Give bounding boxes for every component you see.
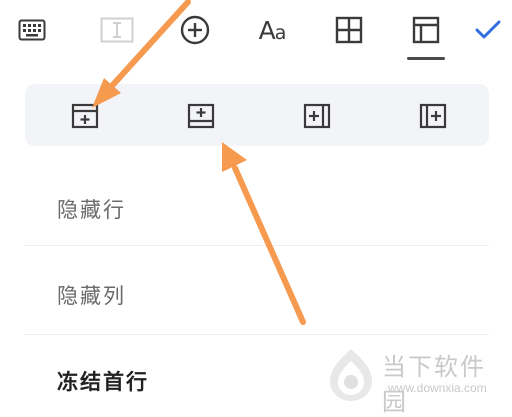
divider [25,245,489,246]
table-layout-icon [412,16,440,44]
keyboard-button[interactable] [10,10,54,50]
menu-item-label: 冻结首行 [57,370,149,394]
divider [25,334,489,335]
done-button[interactable] [466,10,510,50]
text-cursor-icon [100,17,134,43]
insert-column-left-icon [419,103,447,129]
font-label-big: A [258,15,276,45]
insert-row-below-icon [187,103,215,129]
insert-row-below-button[interactable] [171,96,231,136]
watermark: 当下软件园 www.downxia.com [322,345,508,416]
font-aa-icon: Aa [258,15,287,45]
checkmark-icon [475,20,501,39]
grid-icon [335,16,363,44]
table-button[interactable] [404,10,448,50]
keyboard-icon [18,19,46,41]
cell-button[interactable] [327,10,371,50]
insert-column-left-button[interactable] [403,96,463,136]
insert-row-column-bar [25,84,489,146]
menu-item-label: 隐藏行 [57,198,126,222]
insert-row-above-icon [71,103,99,129]
watermark-url: www.downxia.com [388,381,487,395]
downxia-logo-icon [330,349,372,401]
insert-row-above-button[interactable] [55,96,115,136]
text-format-button[interactable] [95,10,139,50]
insert-column-right-icon [303,103,331,129]
top-toolbar: Aa [0,0,512,70]
circle-plus-icon [180,15,210,45]
insert-column-right-button[interactable] [287,96,347,136]
insert-button[interactable] [173,10,217,50]
hide-column-item[interactable]: 隐藏列 [25,262,489,324]
selected-tab-indicator [407,57,445,60]
hide-row-item[interactable]: 隐藏行 [25,176,489,238]
font-label-small: a [274,21,287,44]
menu-item-label: 隐藏列 [57,284,126,308]
font-button[interactable]: Aa [250,10,294,50]
